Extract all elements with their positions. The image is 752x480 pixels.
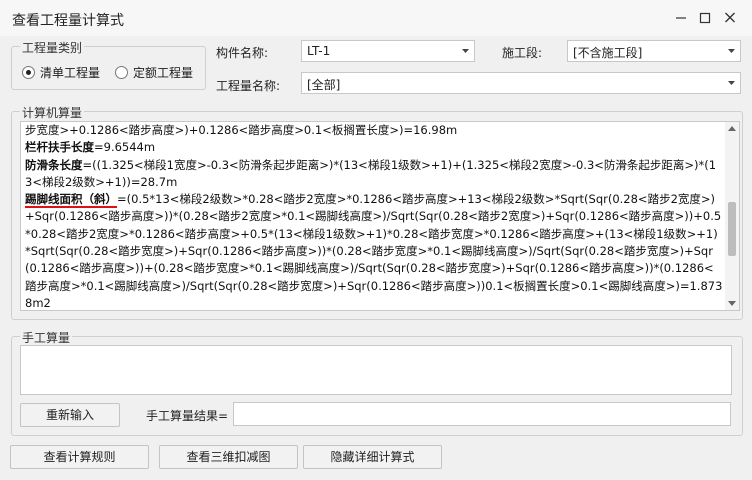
formula-antislip-name: 防滑条长度: [25, 157, 83, 172]
scrollbar-thumb[interactable]: [728, 202, 736, 256]
window-title: 查看工程量计算式: [12, 13, 124, 29]
formula-railing-value: =9.6544m: [94, 140, 156, 155]
quantity-name-dropdown[interactable]: [全部]: [301, 72, 741, 94]
quantity-name-value: [全部]: [307, 78, 341, 92]
dropdown-arrow-icon: [728, 49, 735, 53]
close-button[interactable]: [719, 8, 741, 28]
radio-bill-quantity[interactable]: 清单工程量: [22, 64, 100, 81]
formula-railing: 栏杆扶手长度=9.6544m: [25, 139, 723, 156]
maximize-button[interactable]: [694, 8, 716, 28]
component-name-label: 构件名称:: [216, 46, 269, 60]
manual-result-field[interactable]: [233, 402, 731, 426]
view-3d-deduction-button[interactable]: 查看三维扣减图: [159, 445, 298, 469]
radio-unselected-icon: [115, 66, 128, 79]
component-name-value: LT-1: [307, 44, 331, 58]
scroll-down-icon: [728, 301, 736, 306]
formula-skirting-name: 踢脚线面积（斜）: [25, 192, 117, 209]
formula-line-stair-area: 步宽度>+0.1286<踏步高度>)+0.1286<踏步高度>0.1<板搁置长度…: [25, 123, 458, 137]
manual-result-label: 手工算量结果=: [146, 409, 229, 423]
section-value: [不含施工段]: [573, 46, 643, 60]
quantity-type-legend: 工程量类别: [20, 39, 85, 56]
formula-antislip-value: =((1.325<梯段1宽度>-0.3<防滑条起步距离>)*(13<梯段1级数>…: [25, 157, 717, 189]
quantity-type-group: 工程量类别 清单工程量 定额工程量: [11, 39, 206, 90]
radio-selected-icon: [22, 66, 35, 79]
radio-quota-quantity[interactable]: 定额工程量: [115, 64, 193, 81]
radio-bill-quantity-label: 清单工程量: [40, 66, 101, 80]
hide-detail-button[interactable]: 隐藏详细计算式: [303, 445, 442, 469]
calc-formula-text: 步宽度>+0.1286<踏步高度>)+0.1286<踏步高度>0.1<板搁置长度…: [25, 122, 723, 310]
computer-calc-legend: 计算机算量: [20, 104, 85, 121]
manual-calc-input[interactable]: [20, 345, 732, 395]
section-dropdown[interactable]: [不含施工段]: [567, 40, 741, 62]
component-name-dropdown[interactable]: LT-1: [301, 40, 475, 62]
close-icon: [725, 12, 735, 23]
view-rules-button[interactable]: 查看计算规则: [10, 445, 149, 469]
maximize-icon: [699, 12, 711, 24]
formula-antislip: 防滑条长度=((1.325<梯段1宽度>-0.3<防滑条起步距离>)*(13<梯…: [25, 157, 723, 192]
formula-skirting-value: =(0.5*13<梯段2级数>*0.28<踏步2宽度>*0.1286<踏步高度>…: [25, 192, 723, 310]
calc-formula-box[interactable]: 步宽度>+0.1286<踏步高度>)+0.1286<踏步高度>0.1<板搁置长度…: [20, 121, 740, 311]
scroll-up-icon: [728, 126, 736, 131]
radio-quota-quantity-label: 定额工程量: [133, 66, 194, 80]
reenter-button[interactable]: 重新输入: [20, 403, 120, 427]
section-label: 施工段:: [502, 46, 543, 60]
dropdown-arrow-icon: [462, 49, 469, 53]
formula-railing-name: 栏杆扶手长度: [25, 140, 94, 155]
manual-calc-legend: 手工算量: [20, 329, 73, 346]
vertical-scrollbar[interactable]: [725, 122, 739, 310]
quantity-name-label: 工程量名称:: [216, 79, 281, 93]
title-bar: 查看工程量计算式: [0, 0, 752, 36]
minimize-icon: [676, 17, 686, 19]
formula-skirting: 踢脚线面积（斜）=(0.5*13<梯段2级数>*0.28<踏步2宽度>*0.12…: [25, 191, 723, 310]
dropdown-arrow-icon: [728, 81, 735, 85]
minimize-button[interactable]: [670, 8, 692, 28]
